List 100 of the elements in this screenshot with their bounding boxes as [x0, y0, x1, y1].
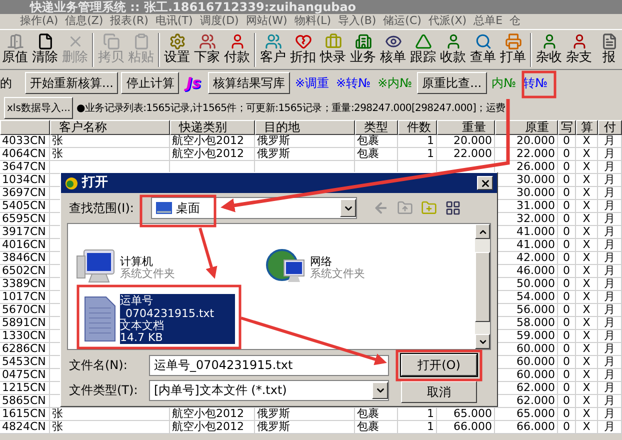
annotation-arrow	[198, 228, 218, 279]
table-cell: X	[582, 200, 590, 212]
calc-button[interactable]: 停止计算	[121, 72, 180, 94]
printer-icon	[504, 33, 522, 50]
toolbar-button[interactable]: 报	[594, 33, 622, 66]
column-header[interactable]: 付	[598, 120, 622, 135]
table-cell: 月	[604, 291, 615, 303]
close-icon[interactable]	[480, 178, 490, 188]
toolbar-button[interactable]: 快录	[318, 33, 348, 66]
table-cell: 1	[427, 408, 434, 420]
table-cell: 0	[563, 317, 570, 329]
toolbar-button[interactable]: 原值	[0, 33, 30, 66]
file-list-item[interactable]: 计算机 系统文件夹	[76, 248, 266, 286]
table-cell: 0	[563, 161, 570, 173]
open-button[interactable]: 打开(O)	[401, 354, 477, 376]
table-cell: 5891CN	[2, 317, 46, 329]
toolbar-button[interactable]: 查单	[468, 33, 498, 66]
toolbar-button[interactable]: 设置	[162, 33, 192, 66]
calc-button[interactable]: 核算结果写库	[208, 72, 290, 94]
column-header[interactable]: 快递类别	[170, 120, 255, 135]
look-in-label: 查找范围(I):	[69, 200, 135, 217]
table-cell: 3917CN	[2, 226, 46, 238]
table-cell: 54.000	[516, 291, 555, 303]
menu-item[interactable]: 物料(L)	[294, 13, 332, 30]
table-cell: 60.000	[516, 369, 555, 381]
file-list-item[interactable]: 网络 系统文件夹	[266, 248, 466, 286]
table-cell: 月	[604, 187, 615, 199]
table-cell: 20.000	[454, 135, 492, 147]
column-header[interactable]: 算	[576, 120, 598, 135]
toolbar-button[interactable]: 折扣	[288, 33, 318, 66]
table-cell: 0	[563, 382, 570, 394]
item-name: 网络	[310, 254, 332, 268]
column-header[interactable]: 件数	[398, 120, 437, 135]
menu-item[interactable]: 导入(B)	[338, 13, 376, 30]
action-link[interactable]: ※调重	[292, 74, 332, 92]
import-button[interactable]: xls数据导入...	[4, 97, 74, 119]
cancel-button[interactable]: 取消	[401, 381, 477, 403]
toolbar-button[interactable]: 下家	[192, 33, 222, 66]
column-header[interactable]: 类型	[355, 120, 398, 135]
toolbar-button[interactable]: 付款	[222, 33, 252, 66]
table-cell: 0	[563, 278, 570, 290]
toolbar-button[interactable]: 业务	[348, 33, 378, 66]
table-cell: 月	[604, 356, 615, 368]
table-cell: 20.000	[516, 135, 555, 147]
table-cell: 航空小包2012	[172, 408, 244, 420]
menu-item[interactable]: 储运(C)	[383, 13, 422, 30]
menu-item[interactable]: 仓	[510, 13, 521, 30]
view-menu-icon[interactable]	[445, 200, 461, 216]
menu-item[interactable]: 总单E	[474, 13, 503, 30]
table-cell: X	[582, 291, 590, 303]
window-title: 快递业务管理系统 :: 张工.18616712339:zuihangubao	[30, 0, 356, 14]
menu-item[interactable]: 操作(A)	[20, 13, 58, 30]
look-in-dropdown[interactable]: 桌面	[151, 197, 357, 219]
action-link[interactable]: ※转№	[334, 74, 373, 92]
table-cell: X	[582, 382, 590, 394]
table-cell: 66.000	[454, 421, 492, 433]
calc-button[interactable]: 原重比查...	[417, 72, 487, 94]
table-cell: X	[582, 421, 590, 433]
column-header[interactable]	[0, 120, 50, 135]
table-cell: 0	[563, 265, 570, 277]
menu-item[interactable]: 报表(R)	[110, 13, 148, 30]
column-header[interactable]: 客户名称	[50, 120, 170, 135]
filetype-dropdown[interactable]: [内单号]文本文件 (*.txt)	[149, 380, 389, 400]
column-header[interactable]: 重量	[437, 120, 495, 135]
menu-item[interactable]: 信息(Z)	[65, 13, 104, 30]
table-cell: X	[582, 317, 590, 329]
toolbar-button[interactable]: 收款	[438, 33, 468, 66]
table-cell: 张	[52, 421, 63, 433]
toolbar-button[interactable]: 清除	[30, 33, 60, 66]
column-header[interactable]: 写	[558, 120, 576, 135]
action-link[interactable]: 转№	[521, 74, 550, 92]
menu-item[interactable]: 网站(W)	[246, 13, 288, 30]
menu-item[interactable]: 电讯(T)	[155, 13, 193, 30]
column-header[interactable]: 原重	[495, 120, 558, 135]
people-icon	[264, 33, 282, 50]
toolbar-button[interactable]: 跟踪	[408, 33, 438, 66]
toolbar-button[interactable]: 客户	[258, 33, 288, 66]
menu-item[interactable]: 调度(D)	[200, 13, 239, 30]
table-cell: 3647CN	[2, 161, 46, 173]
toolbar-button[interactable]: 杂支	[564, 33, 594, 66]
table-cell: 0	[563, 395, 570, 407]
toolbar-button[interactable]: 核单	[378, 33, 408, 66]
scrollbar[interactable]	[475, 224, 490, 349]
table-cell: 包裹	[357, 148, 379, 160]
table-cell: 0	[563, 408, 570, 420]
table-cell: 月	[604, 200, 615, 212]
calc-button[interactable]: 开始重新核算...	[25, 72, 118, 94]
column-header[interactable]: 目的地	[255, 120, 355, 135]
close-button[interactable]	[477, 176, 493, 190]
toolbar-button[interactable]: 杂收	[534, 33, 564, 66]
settings-icon	[168, 33, 186, 50]
table-cell: X	[582, 148, 590, 160]
toolbar-button[interactable]: 打单	[498, 33, 528, 66]
broken-heart-icon	[294, 33, 312, 50]
app-logo-icon	[65, 176, 78, 190]
table-cell: 0	[563, 213, 570, 225]
table-cell: 22.000	[454, 148, 492, 160]
filename-field[interactable]: 运单号_0704231915.txt	[149, 354, 389, 376]
table-cell: 62.000	[516, 382, 555, 394]
menu-item[interactable]: 代派(X)	[428, 13, 467, 30]
